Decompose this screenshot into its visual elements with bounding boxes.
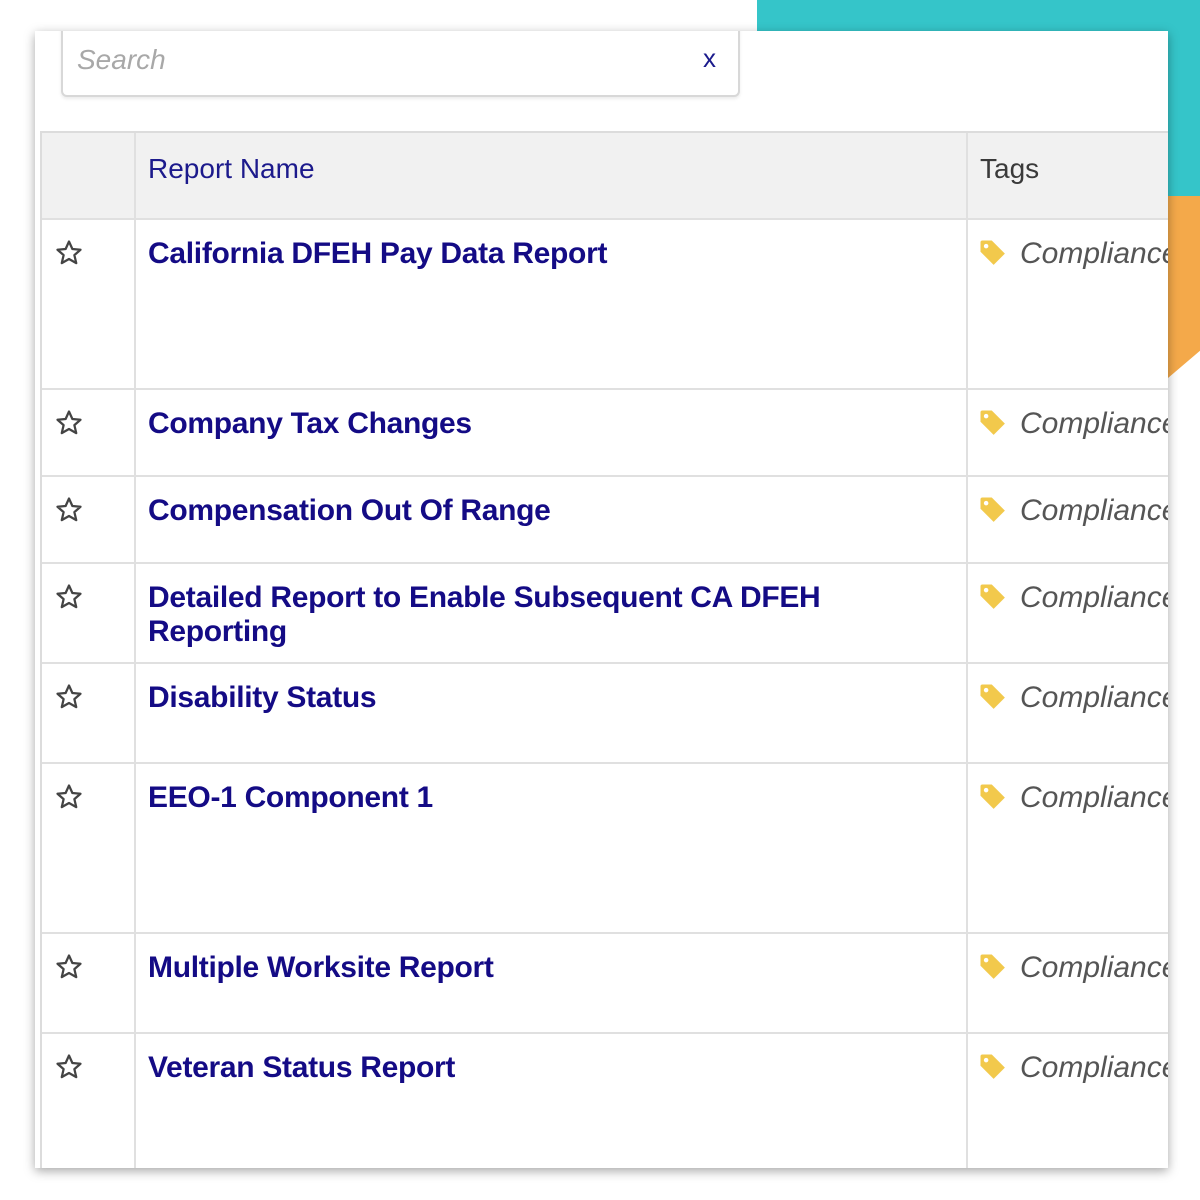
report-name-column-header[interactable]: Report Name: [136, 133, 968, 218]
report-link[interactable]: Disability Status: [148, 681, 377, 715]
star-outline-icon[interactable]: [54, 1052, 84, 1082]
tag-label[interactable]: Compliance: [1020, 1051, 1168, 1085]
reports-panel: x Report Name Tags California DFEH Pay D…: [35, 31, 1168, 1168]
report-link[interactable]: Veteran Status Report: [148, 1051, 455, 1085]
table-row: Compensation Out Of Range Compliance: [42, 477, 1168, 564]
tag-label[interactable]: Compliance: [1020, 951, 1168, 985]
report-link[interactable]: EEO-1 Component 1: [148, 781, 433, 815]
table-row: Multiple Worksite Report Compliance: [42, 934, 1168, 1034]
report-link[interactable]: Detailed Report to Enable Subsequent CA …: [148, 581, 966, 649]
report-link[interactable]: California DFEH Pay Data Report: [148, 237, 607, 271]
tag-label[interactable]: Compliance: [1020, 681, 1168, 715]
tag-label[interactable]: Compliance: [1020, 494, 1168, 528]
clear-search-button[interactable]: x: [703, 43, 716, 74]
tag-label[interactable]: Compliance: [1020, 237, 1168, 271]
tag-icon: [980, 784, 1005, 809]
star-outline-icon[interactable]: [54, 782, 84, 812]
tags-header-label: Tags: [980, 153, 1040, 184]
table-header-row: Report Name Tags: [42, 133, 1168, 220]
search-box: x: [61, 31, 740, 97]
star-outline-icon[interactable]: [54, 238, 84, 268]
star-outline-icon[interactable]: [54, 582, 84, 612]
report-name-header-label: Report Name: [148, 153, 315, 184]
reports-table: Report Name Tags California DFEH Pay Dat…: [40, 131, 1168, 1168]
star-outline-icon[interactable]: [54, 495, 84, 525]
tag-icon: [980, 497, 1005, 522]
tag-label[interactable]: Compliance: [1020, 781, 1168, 815]
tag-icon: [980, 240, 1005, 265]
star-outline-icon[interactable]: [54, 682, 84, 712]
favorite-column-header: [42, 133, 136, 218]
tags-column-header: Tags: [968, 133, 1168, 218]
tag-label[interactable]: Compliance: [1020, 581, 1168, 615]
table-row: Veteran Status Report Compliance: [42, 1034, 1168, 1168]
tag-icon: [980, 584, 1005, 609]
star-outline-icon[interactable]: [54, 408, 84, 438]
star-outline-icon[interactable]: [54, 952, 84, 982]
table-row: Disability Status Compliance: [42, 664, 1168, 764]
tag-icon: [980, 954, 1005, 979]
tag-icon: [980, 684, 1005, 709]
tag-icon: [980, 410, 1005, 435]
report-link[interactable]: Company Tax Changes: [148, 407, 472, 441]
decorative-orange-block: [1168, 196, 1200, 378]
table-row: EEO-1 Component 1 Compliance: [42, 764, 1168, 934]
tag-icon: [980, 1054, 1005, 1079]
table-row: Detailed Report to Enable Subsequent CA …: [42, 564, 1168, 664]
report-link[interactable]: Compensation Out Of Range: [148, 494, 551, 528]
search-input[interactable]: [75, 39, 679, 81]
report-link[interactable]: Multiple Worksite Report: [148, 951, 494, 985]
tag-label[interactable]: Compliance: [1020, 407, 1168, 441]
table-row: Company Tax Changes Compliance: [42, 390, 1168, 477]
table-row: California DFEH Pay Data Report Complian…: [42, 220, 1168, 390]
